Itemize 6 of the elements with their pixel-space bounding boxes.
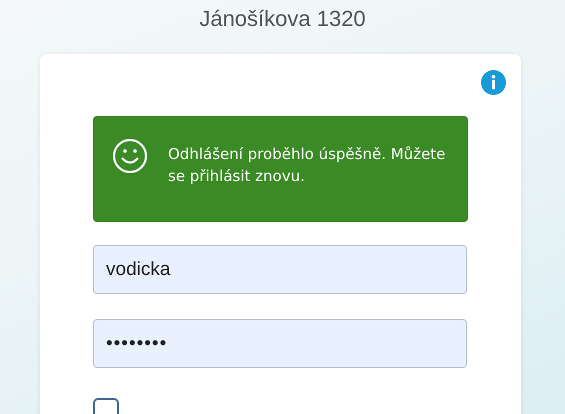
info-icon[interactable] xyxy=(481,70,506,95)
smiley-icon xyxy=(112,138,148,174)
message-text: Odhlášení proběhlo úspěšně. Můžete se přihlásit znovu. xyxy=(168,144,446,187)
page-title: Jánošíkova 1320 xyxy=(199,5,366,33)
password-field[interactable]: •••••••• xyxy=(93,319,467,368)
username-field[interactable]: vodicka xyxy=(93,245,467,294)
